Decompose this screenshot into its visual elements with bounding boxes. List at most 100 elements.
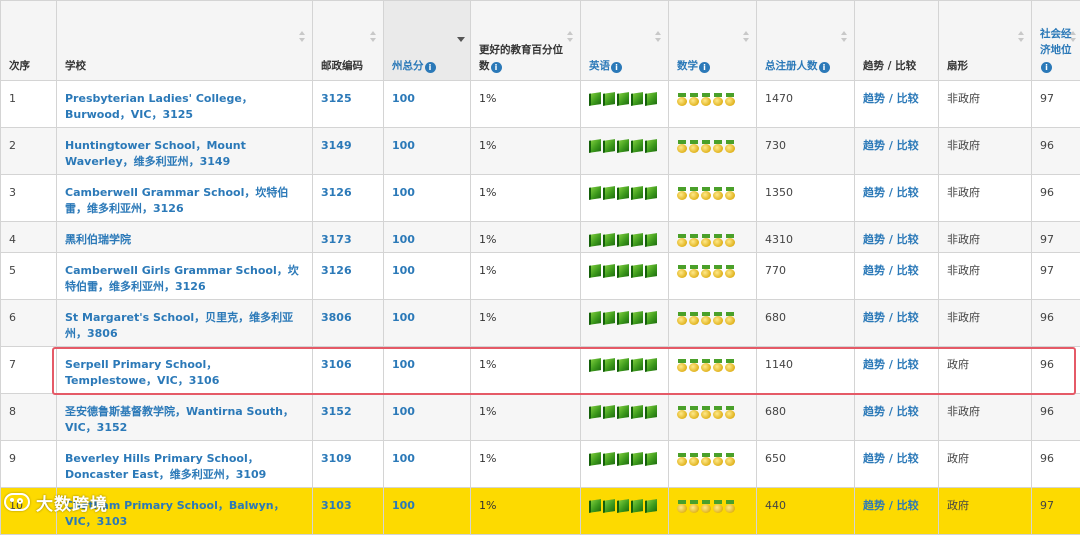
rank-cell: 1 — [1, 81, 57, 128]
green-book-icon — [603, 452, 615, 466]
sort-icon[interactable] — [841, 31, 848, 43]
col-maths[interactable]: 数学i — [669, 1, 757, 81]
postcode-link[interactable]: 3152 — [321, 405, 352, 418]
trends-compare-link[interactable]: 趋势 / 比较 — [863, 139, 919, 152]
state-score-value[interactable]: 100 — [392, 92, 415, 105]
info-icon[interactable]: i — [491, 62, 502, 73]
green-book-icon — [603, 311, 615, 325]
school-link[interactable]: Serpell Primary School，Templestowe，VIC，3… — [65, 358, 219, 387]
english-cell — [581, 81, 669, 128]
gold-medal-icon — [677, 265, 687, 278]
green-book-icon — [631, 92, 643, 106]
state-score-value[interactable]: 100 — [392, 452, 415, 465]
trends-compare-link[interactable]: 趋势 / 比较 — [863, 358, 919, 371]
trends-compare-link[interactable]: 趋势 / 比较 — [863, 405, 919, 418]
gold-medal-icon — [677, 312, 687, 325]
trends-compare-link[interactable]: 趋势 / 比较 — [863, 311, 919, 324]
col-sector[interactable]: 扇形 — [939, 1, 1032, 81]
col-rank[interactable]: 次序 — [1, 1, 57, 81]
state-score-value[interactable]: 100 — [392, 233, 415, 246]
sort-icon[interactable] — [655, 31, 662, 43]
sort-icon[interactable] — [299, 31, 306, 43]
postcode-link[interactable]: 3149 — [321, 139, 352, 152]
green-book-icon — [631, 499, 643, 513]
percentile-cell: 1% — [471, 488, 581, 535]
trends-compare-link[interactable]: 趋势 / 比较 — [863, 186, 919, 199]
green-book-icon — [645, 499, 657, 513]
state-score-value[interactable]: 100 — [392, 264, 415, 277]
green-book-icon — [617, 186, 629, 200]
school-link[interactable]: Presbyterian Ladies' College，Burwood，VIC… — [65, 92, 253, 121]
info-icon[interactable]: i — [1041, 62, 1052, 73]
postcode-link[interactable]: 3806 — [321, 311, 352, 324]
col-postcode[interactable]: 邮政编码 — [313, 1, 384, 81]
sort-icon[interactable] — [567, 31, 574, 43]
postcode-cell: 3126 — [313, 175, 384, 222]
postcode-link[interactable]: 3173 — [321, 233, 352, 246]
maths-cell — [669, 222, 757, 253]
col-icsea[interactable]: 社会经济地位i — [1032, 1, 1080, 81]
english-cell — [581, 128, 669, 175]
postcode-link[interactable]: 3126 — [321, 264, 352, 277]
school-link[interactable]: Beverley Hills Primary School，Doncaster … — [65, 452, 266, 481]
sort-icon[interactable] — [743, 31, 750, 43]
info-icon[interactable]: i — [819, 62, 830, 73]
table-row: 7Serpell Primary School，Templestowe，VIC，… — [1, 347, 1080, 394]
sort-icon[interactable] — [1018, 31, 1025, 43]
postcode-link[interactable]: 3126 — [321, 186, 352, 199]
school-cell: Camberwell Grammar School，坎特伯雷，维多利亚州，312… — [57, 175, 313, 222]
sort-icon[interactable] — [370, 31, 377, 43]
school-cell: Serpell Primary School，Templestowe，VIC，3… — [57, 347, 313, 394]
state-score-value[interactable]: 100 — [392, 139, 415, 152]
info-icon[interactable]: i — [611, 62, 622, 73]
state-score-value[interactable]: 100 — [392, 405, 415, 418]
green-book-icon — [631, 358, 643, 372]
school-link[interactable]: Huntingtower School，Mount Waverley，维多利亚州… — [65, 139, 246, 168]
info-icon[interactable]: i — [425, 62, 436, 73]
school-link[interactable]: Camberwell Girls Grammar School，坎特伯雷，维多利… — [65, 264, 299, 293]
col-school[interactable]: 学校 — [57, 1, 313, 81]
postcode-cell: 3149 — [313, 128, 384, 175]
trends-compare-link[interactable]: 趋势 / 比较 — [863, 264, 919, 277]
state-score-value[interactable]: 100 — [392, 186, 415, 199]
col-percentile[interactable]: 更好的教育百分位数i — [471, 1, 581, 81]
icsea-cell: 96 — [1032, 175, 1080, 222]
sort-desc-icon[interactable] — [457, 31, 464, 43]
col-enrolments[interactable]: 总注册人数i — [757, 1, 855, 81]
trends-compare-link[interactable]: 趋势 / 比较 — [863, 499, 919, 512]
postcode-link[interactable]: 3109 — [321, 452, 352, 465]
postcode-cell: 3152 — [313, 394, 384, 441]
trends-cell: 趋势 / 比较 — [855, 253, 939, 300]
col-english[interactable]: 英语i — [581, 1, 669, 81]
school-link[interactable]: 圣安德鲁斯基督教学院，Wantirna South，VIC，3152 — [65, 405, 294, 434]
state-score-cell: 100 — [384, 81, 471, 128]
info-icon[interactable]: i — [699, 62, 710, 73]
school-link[interactable]: Camberwell Grammar School，坎特伯雷，维多利亚州，312… — [65, 186, 288, 215]
green-book-icon — [589, 264, 601, 278]
trends-cell: 趋势 / 比较 — [855, 394, 939, 441]
gold-medal-icon — [689, 140, 699, 153]
gold-medal-icon — [677, 359, 687, 372]
col-state-score[interactable]: 州总分i — [384, 1, 471, 81]
sector-cell: 非政府 — [939, 300, 1032, 347]
state-score-value[interactable]: 100 — [392, 311, 415, 324]
gold-medal-icon — [701, 187, 711, 200]
maths-cell — [669, 175, 757, 222]
trends-compare-link[interactable]: 趋势 / 比较 — [863, 233, 919, 246]
gold-medal-icon — [677, 453, 687, 466]
enrolments-cell: 1350 — [757, 175, 855, 222]
state-score-cell: 100 — [384, 347, 471, 394]
state-score-value[interactable]: 100 — [392, 499, 415, 512]
trends-compare-link[interactable]: 趋势 / 比较 — [863, 452, 919, 465]
sort-icon[interactable] — [1070, 31, 1077, 43]
gold-medal-icon — [725, 234, 735, 247]
postcode-link[interactable]: 3106 — [321, 358, 352, 371]
green-book-icon — [617, 452, 629, 466]
trends-cell: 趋势 / 比较 — [855, 175, 939, 222]
school-link[interactable]: 黑利伯瑞学院 — [65, 233, 131, 246]
postcode-link[interactable]: 3103 — [321, 499, 352, 512]
postcode-link[interactable]: 3125 — [321, 92, 352, 105]
trends-compare-link[interactable]: 趋势 / 比较 — [863, 92, 919, 105]
school-link[interactable]: St Margaret's School，贝里克，维多利亚州，3806 — [65, 311, 293, 340]
state-score-value[interactable]: 100 — [392, 358, 415, 371]
